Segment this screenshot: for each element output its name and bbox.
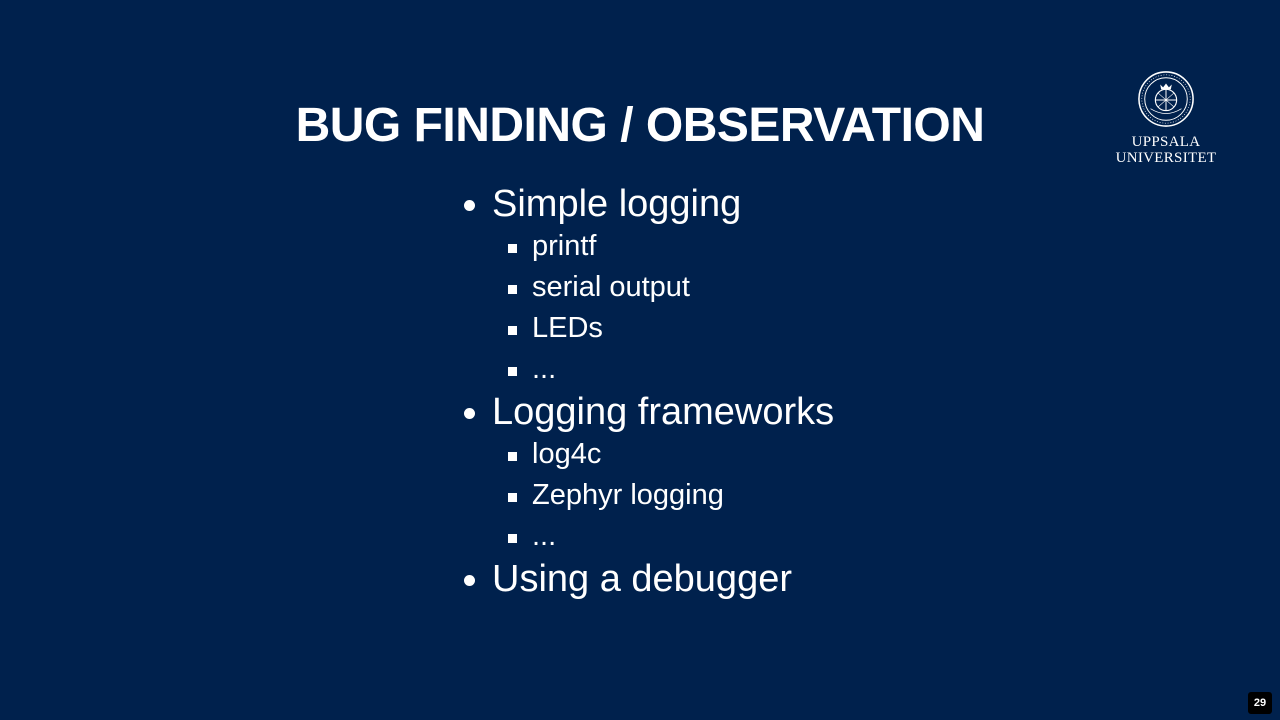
sub-bullet-label: serial output bbox=[532, 271, 690, 303]
sub-bullet-item: log4c bbox=[462, 434, 982, 475]
bullet-dot-icon bbox=[464, 575, 475, 586]
sub-bullet-label: printf bbox=[532, 230, 597, 262]
square-bullet-icon bbox=[508, 493, 517, 502]
sub-bullet-label: LEDs bbox=[532, 312, 603, 344]
university-seal-icon bbox=[1138, 71, 1194, 127]
bullet-item: Logging frameworks bbox=[462, 390, 982, 434]
square-bullet-icon bbox=[508, 452, 517, 461]
bullet-item: Using a debugger bbox=[462, 557, 982, 601]
bullet-list: Simple logging printf serial output LEDs… bbox=[462, 182, 982, 601]
bullet-item: Simple logging bbox=[462, 182, 982, 226]
logo-line-1: UPPSALA bbox=[1131, 134, 1201, 150]
sub-bullet-label: Zephyr logging bbox=[532, 479, 724, 511]
bullet-label: Logging frameworks bbox=[492, 391, 835, 433]
sub-bullet-item: printf bbox=[462, 226, 982, 267]
square-bullet-icon bbox=[508, 285, 517, 294]
square-bullet-icon bbox=[508, 534, 517, 543]
square-bullet-icon bbox=[508, 367, 517, 376]
square-bullet-icon bbox=[508, 326, 517, 335]
slide: BUG FINDING / OBSERVATION UPPSALA UNIVER… bbox=[0, 0, 1280, 720]
logo-line-2: UNIVERSITET bbox=[1115, 150, 1217, 166]
sub-bullet-label: log4c bbox=[532, 438, 602, 470]
slide-title: BUG FINDING / OBSERVATION bbox=[295, 99, 985, 152]
square-bullet-icon bbox=[508, 244, 517, 253]
sub-bullet-item: ... bbox=[462, 349, 982, 390]
sub-bullet-item: serial output bbox=[462, 267, 982, 308]
sub-bullet-item: ... bbox=[462, 516, 982, 557]
sub-bullet-label: ... bbox=[532, 353, 557, 385]
page-number: 29 bbox=[1248, 692, 1272, 714]
bullet-label: Using a debugger bbox=[492, 558, 792, 600]
bullet-dot-icon bbox=[464, 408, 475, 419]
sub-bullet-label: ... bbox=[532, 520, 557, 552]
university-logo: UPPSALA UNIVERSITET bbox=[1108, 70, 1224, 166]
bullet-dot-icon bbox=[464, 200, 475, 211]
sub-bullet-item: LEDs bbox=[462, 308, 982, 349]
bullet-label: Simple logging bbox=[492, 183, 742, 225]
sub-bullet-item: Zephyr logging bbox=[462, 475, 982, 516]
